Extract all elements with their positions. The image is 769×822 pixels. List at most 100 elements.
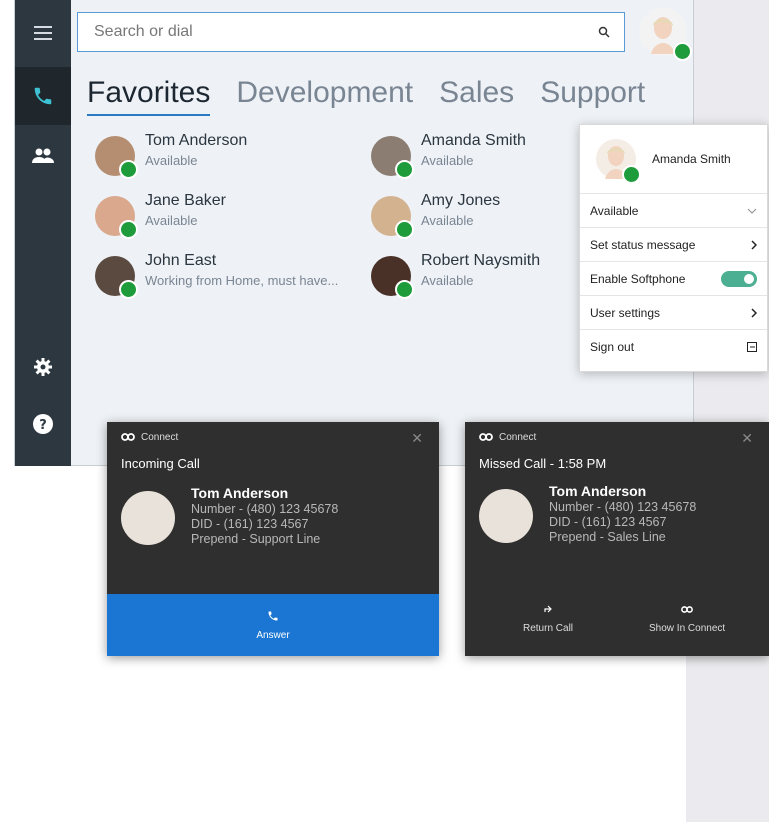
connect-logo-icon [479, 433, 493, 441]
presence-indicator [119, 160, 138, 179]
contact-status: Working from Home, must have... [145, 273, 339, 288]
avatar [121, 491, 175, 545]
avatar [371, 196, 414, 239]
caller-did: DID - (161) 123 4567 [191, 517, 309, 531]
menu-item-label: Sign out [590, 339, 635, 354]
chevron-right-icon [751, 239, 757, 250]
presence-indicator [622, 165, 641, 184]
incoming-call-notification: Connect ✕ Incoming Call Tom Anderson Num… [107, 422, 439, 656]
caller-prepend: Prepend - Support Line [191, 532, 321, 546]
avatar [95, 136, 138, 179]
user-settings-item[interactable]: User settings [580, 296, 767, 330]
contact-item[interactable]: Amy Jones Available [371, 192, 500, 244]
presence-indicator [119, 220, 138, 239]
caller-name: Tom Anderson [191, 485, 289, 501]
contact-item[interactable]: John East Working from Home, must have... [95, 252, 338, 304]
hamburger-menu-button[interactable] [15, 4, 71, 62]
user-menu: Amanda Smith Available Set status messag… [579, 124, 768, 372]
return-call-icon [544, 605, 552, 613]
help-button[interactable]: ? [15, 395, 71, 453]
presence-indicator [395, 280, 414, 299]
presence-indicator [395, 220, 414, 239]
presence-indicator [673, 42, 692, 61]
contact-item[interactable]: Jane Baker Available [95, 192, 226, 244]
status-dropdown[interactable]: Available [580, 194, 767, 228]
show-in-connect-label: Show In Connect [649, 623, 726, 634]
group-tabs: Favorites Development Sales Support [87, 76, 645, 116]
answer-button[interactable]: Answer [107, 594, 439, 656]
avatar [371, 136, 414, 179]
avatar [95, 256, 138, 299]
search-button[interactable] [584, 26, 624, 38]
sidebar-item-contacts[interactable] [15, 127, 71, 185]
phone-icon [34, 87, 52, 105]
contact-name: Amanda Smith [421, 132, 526, 149]
caller-name: Tom Anderson [549, 483, 647, 499]
caller-number: Number - (480) 123 45678 [549, 500, 697, 514]
presence-indicator [119, 280, 138, 299]
tab-development[interactable]: Development [236, 76, 413, 116]
menu-item-label: User settings [590, 305, 661, 320]
avatar [479, 489, 533, 543]
tab-support[interactable]: Support [540, 76, 645, 116]
user-name: Amanda Smith [652, 152, 731, 166]
avatar [371, 256, 414, 299]
contact-status: Available [421, 273, 474, 288]
search-input[interactable] [92, 22, 584, 42]
gear-icon [34, 358, 52, 376]
sidebar-item-calls[interactable] [15, 67, 71, 125]
contact-status: Available [145, 213, 198, 228]
menu-item-label: Enable Softphone [590, 271, 686, 286]
contact-item[interactable]: Amanda Smith Available [371, 132, 526, 184]
contact-item[interactable]: Tom Anderson Available [95, 132, 247, 184]
avatar [596, 139, 641, 184]
chevron-right-icon [751, 307, 757, 318]
set-status-message-item[interactable]: Set status message [580, 228, 767, 262]
return-call-label: Return Call [523, 623, 574, 634]
sidebar: ? [15, 0, 71, 466]
contact-name: Tom Anderson [145, 132, 248, 149]
tab-sales[interactable]: Sales [439, 76, 514, 116]
contact-name: Robert Naysmith [421, 252, 541, 269]
close-button[interactable]: ✕ [411, 430, 423, 447]
people-icon [32, 148, 54, 163]
answer-label: Answer [256, 629, 290, 641]
contact-item[interactable]: Robert Naysmith Available [371, 252, 540, 304]
search-bar [77, 12, 625, 52]
missed-call-notification: Connect ✕ Missed Call - 1:58 PM Tom Ande… [465, 422, 769, 656]
status-value: Available [590, 203, 639, 218]
settings-button[interactable] [15, 338, 71, 396]
app-name: Connect [499, 431, 537, 443]
search-icon [598, 26, 610, 38]
contact-name: John East [145, 252, 217, 269]
notification-header: Connect ✕ [107, 422, 439, 452]
user-menu-header: Amanda Smith [580, 125, 767, 194]
presence-indicator [395, 160, 414, 179]
softphone-toggle[interactable] [721, 270, 757, 287]
menu-item-label: Set status message [590, 237, 696, 252]
contact-name: Amy Jones [421, 192, 501, 209]
notification-title: Missed Call - 1:58 PM [479, 456, 607, 471]
enable-softphone-item: Enable Softphone [580, 262, 767, 296]
connect-logo-icon [121, 433, 135, 441]
sign-out-item[interactable]: Sign out [580, 330, 767, 363]
tab-favorites[interactable]: Favorites [87, 76, 211, 116]
caller-number: Number - (480) 123 45678 [191, 502, 339, 516]
svg-text:?: ? [39, 418, 47, 433]
app-name: Connect [141, 431, 179, 443]
contact-status: Available [145, 153, 198, 168]
notification-title: Incoming Call [121, 456, 200, 471]
connect-logo-icon [681, 606, 693, 613]
caller-prepend: Prepend - Sales Line [549, 530, 666, 544]
return-call-button[interactable]: Return Call [523, 605, 573, 634]
caller-details: Tom Anderson Number - (480) 123 45678 DI… [465, 483, 769, 544]
chevron-down-icon [747, 208, 757, 214]
contact-name: Jane Baker [145, 192, 226, 209]
show-in-connect-button[interactable]: Show In Connect [649, 606, 725, 634]
phone-icon [268, 611, 278, 620]
close-button[interactable]: ✕ [741, 430, 753, 447]
avatar [95, 196, 138, 239]
contact-status: Available [421, 213, 474, 228]
help-icon: ? [33, 414, 53, 434]
user-avatar[interactable] [639, 8, 692, 61]
